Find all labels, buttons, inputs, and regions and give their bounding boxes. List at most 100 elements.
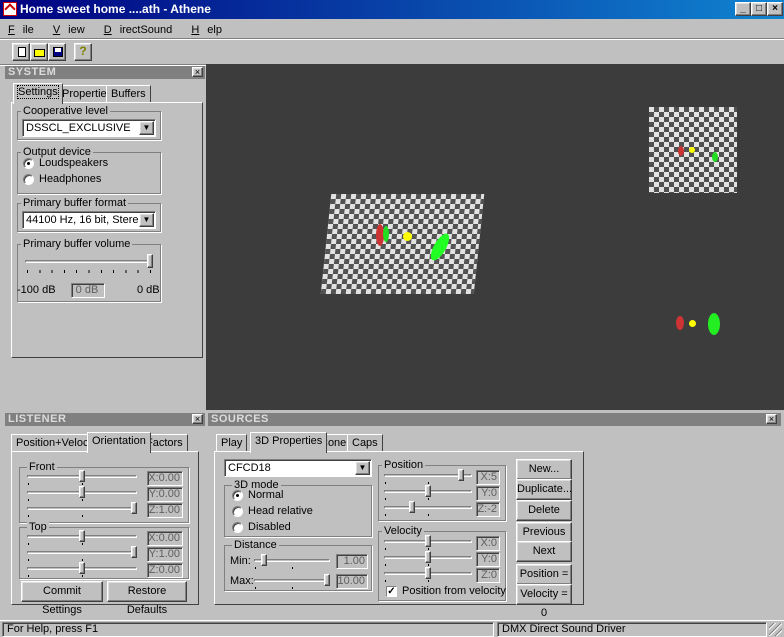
minimize-button[interactable]: _ [735, 2, 751, 16]
volume-slider[interactable] [25, 254, 153, 276]
app-icon[interactable] [3, 2, 17, 16]
close-button[interactable]: × [767, 2, 783, 16]
mode-normal-label[interactable]: Normal [248, 489, 283, 501]
distance-label: Distance [232, 539, 279, 551]
resize-grip-icon[interactable] [769, 623, 782, 636]
position-z-slider-thumb[interactable] [409, 501, 415, 513]
mode-normal-radio[interactable] [232, 490, 243, 501]
velocity-x-slider[interactable] [384, 535, 472, 551]
sources-panel: SOURCES × Play 3D Properties Cone Caps C… [208, 413, 781, 619]
menu-directsound[interactable]: DirectSound [104, 24, 181, 36]
position-x: X:5 [476, 470, 500, 485]
cooperative-select[interactable]: DSSCL_EXCLUSIVE ▼ [22, 119, 156, 137]
velocity-y-slider-ticks [385, 564, 471, 566]
headphones-radio[interactable] [23, 174, 34, 185]
loudspeakers-radio[interactable] [23, 158, 34, 169]
distance-min-slider-thumb[interactable] [261, 554, 267, 566]
velocity-y-slider-thumb[interactable] [425, 551, 431, 563]
position-z-slider[interactable] [384, 501, 472, 517]
front-y-slider[interactable] [27, 486, 137, 502]
status-help: For Help, press F1 [2, 622, 494, 637]
position-from-velocity-checkbox[interactable]: ✓ [386, 586, 397, 597]
position-y: Y:0 [476, 486, 500, 501]
volume-min: -100 dB [17, 284, 56, 296]
tab-play[interactable]: Play [216, 434, 248, 452]
menu-file[interactable]: File [8, 24, 42, 36]
listener-panel-title: LISTENER [5, 413, 205, 426]
position-x-slider[interactable] [384, 469, 472, 485]
tab-buffers[interactable]: Buffers [106, 85, 151, 103]
mode-head-relative-radio[interactable] [232, 506, 243, 517]
position-y-slider-thumb[interactable] [425, 485, 431, 497]
velocity-z-slider-thumb[interactable] [425, 567, 431, 579]
open-folder-icon[interactable] [30, 43, 48, 61]
tab-settings[interactable]: Settings [13, 83, 63, 104]
new-source-button[interactable]: New... [516, 459, 572, 480]
velocity-x-slider-thumb[interactable] [425, 535, 431, 547]
menu-view[interactable]: View [53, 24, 93, 36]
source-select[interactable]: CFCD18 ▼ [224, 459, 372, 477]
next-source-button[interactable]: Next [516, 541, 572, 562]
restore-defaults-button[interactable]: Restore Defaults [107, 581, 187, 616]
loudspeakers-label[interactable]: Loudspeakers [39, 157, 108, 169]
system-close-icon[interactable]: × [192, 67, 203, 77]
toolbar: ? [8, 42, 128, 64]
menu-bar: File View DirectSound Help [8, 22, 238, 38]
tab-orientation[interactable]: Orientation [87, 432, 151, 453]
listener-close-icon[interactable]: × [192, 414, 203, 424]
position-y-slider[interactable] [384, 485, 472, 501]
help-icon[interactable]: ? [74, 43, 92, 61]
front-x-slider-thumb[interactable] [79, 470, 85, 482]
chevron-down-icon[interactable]: ▼ [139, 213, 154, 227]
maximize-button[interactable]: □ [751, 2, 767, 16]
front-z-slider-track [27, 507, 137, 510]
format-select[interactable]: 44100 Hz, 16 bit, Stereo ▼ [22, 211, 156, 229]
3d-viewport[interactable] [206, 64, 784, 410]
commit-settings-button[interactable]: Commit Settings [21, 581, 103, 616]
position-x-slider-thumb[interactable] [458, 469, 464, 481]
front-x-slider[interactable] [27, 470, 137, 486]
sources-close-icon[interactable]: × [766, 414, 777, 424]
distance-min-slider[interactable] [254, 554, 330, 570]
velocity-y-slider[interactable] [384, 551, 472, 567]
position-reset-button[interactable]: Position = 0 [516, 564, 572, 599]
front-y-slider-ticks [28, 499, 136, 501]
top-z-slider[interactable] [27, 562, 137, 578]
top-z-slider-thumb[interactable] [79, 562, 85, 574]
top-x-slider[interactable] [27, 530, 137, 546]
front-y-slider-thumb[interactable] [79, 486, 85, 498]
mode-head-relative-label[interactable]: Head relative [248, 505, 313, 517]
volume-track [25, 260, 153, 263]
velocity-z-slider[interactable] [384, 567, 472, 583]
source-side-red [676, 316, 684, 330]
previous-source-button[interactable]: Previous [516, 522, 572, 543]
distance-max-slider[interactable] [254, 574, 330, 590]
top-y-slider-ticks [28, 559, 136, 561]
chevron-down-icon[interactable]: ▼ [139, 121, 154, 135]
top-x-slider-thumb[interactable] [79, 530, 85, 542]
volume-thumb[interactable] [147, 254, 153, 268]
title-bar: Home sweet home ....ath - Athene _ □ × [0, 0, 784, 19]
delete-source-button[interactable]: Delete [516, 500, 572, 521]
distance-max-slider-thumb[interactable] [324, 574, 330, 586]
tab-caps[interactable]: Caps [347, 434, 383, 452]
top-y-slider[interactable] [27, 546, 137, 562]
tab-3d-properties[interactable]: 3D Properties [250, 432, 328, 453]
top-y-slider-thumb[interactable] [131, 546, 137, 558]
status-bar: For Help, press F1 DMX Direct Sound Driv… [0, 620, 784, 637]
top-y: Y:1.00 [147, 547, 183, 562]
mode-disabled-label[interactable]: Disabled [248, 521, 291, 533]
position-z-slider-ticks [385, 514, 471, 516]
save-icon[interactable] [48, 43, 66, 61]
front-z-slider-thumb[interactable] [131, 502, 137, 514]
front-z-slider[interactable] [27, 502, 137, 518]
distance-min-value: 1.00 [336, 554, 368, 569]
position-from-velocity-label[interactable]: Position from velocity [402, 585, 506, 597]
duplicate-source-button[interactable]: Duplicate... [516, 479, 572, 500]
chevron-down-icon[interactable]: ▼ [355, 461, 370, 475]
menu-help[interactable]: Help [191, 24, 230, 36]
velocity-reset-button[interactable]: Velocity = 0 [516, 584, 572, 619]
new-document-icon[interactable] [12, 43, 30, 61]
headphones-label[interactable]: Headphones [39, 173, 101, 185]
mode-disabled-radio[interactable] [232, 522, 243, 533]
